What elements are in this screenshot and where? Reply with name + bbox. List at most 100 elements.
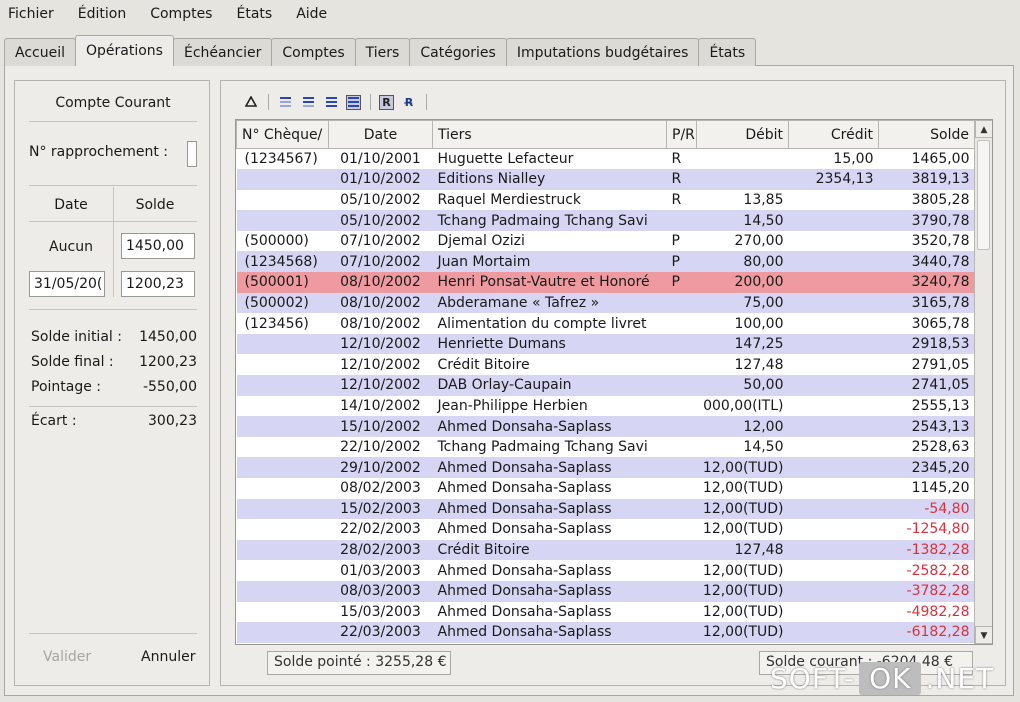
cell-credit: [788, 622, 879, 643]
tab-operations[interactable]: Opérations: [75, 35, 174, 66]
table-row[interactable]: 05/10/2002 Raquel Merdiestruck R 13,85 3805,…: [236, 189, 975, 211]
cell-date: 05/10/2002: [328, 189, 433, 211]
table-row[interactable]: 22/03/2003 Ahmed Donsaha-Saplass 12,00(TUD…: [236, 622, 975, 643]
triangle-icon[interactable]: [243, 94, 259, 110]
tab-imputations[interactable]: Imputations budgétaires: [505, 38, 700, 66]
menu-aide[interactable]: Aide: [294, 6, 337, 22]
col-solde-header: Solde: [135, 197, 175, 213]
end-solde-input[interactable]: 1200,23: [121, 271, 195, 297]
cell-pr: [666, 354, 697, 376]
cell-credit: [788, 436, 879, 458]
cell-solde: 3805,28: [878, 189, 975, 211]
table-row[interactable]: 12/10/2002 Crédit Bitoire 127,48 2791,05: [236, 354, 975, 376]
menu-edition[interactable]: Édition: [76, 6, 136, 22]
table-row[interactable]: 08/03/2003 Ahmed Donsaha-Saplass 12,00(TUD…: [236, 580, 975, 602]
table-row[interactable]: 01/10/2002 Editions Nialley R 2354,13 3819,1…: [236, 169, 975, 190]
cell-debit: 12,00(TUD): [696, 601, 789, 623]
cell-tiers: Ahmed Donsaha-Saplass: [432, 580, 667, 602]
header-credit[interactable]: Crédit: [788, 120, 879, 149]
cell-solde: 3440,78: [878, 251, 975, 273]
table-row[interactable]: 28/02/2003 Crédit Bitoire 127,48 -1382,28: [236, 539, 975, 561]
cell-date: 01/10/2002: [328, 169, 433, 190]
cell-solde: 2741,05: [878, 375, 975, 396]
cell-cheque: [236, 580, 329, 602]
rapprochement-label: N° rapprochement :: [29, 144, 169, 160]
cell-tiers: Crédit Bitoire: [432, 539, 667, 561]
cell-pr: [666, 498, 697, 520]
header-cheque[interactable]: N° Chèque/: [236, 120, 329, 149]
four-lines-icon[interactable]: [346, 94, 361, 110]
table-row[interactable]: (1234567) 01/10/2001 Huguette Lefacteur R 15…: [236, 148, 975, 170]
cell-credit: [788, 251, 879, 273]
one-line-icon[interactable]: [277, 94, 293, 110]
header-date[interactable]: Date: [328, 120, 433, 149]
end-date-input[interactable]: 31/05/20(: [29, 271, 105, 297]
cell-solde: 3165,78: [878, 292, 975, 314]
valider-button[interactable]: Valider: [43, 649, 91, 665]
start-solde-input[interactable]: 1450,00: [121, 233, 195, 259]
cell-date: 29/10/2002: [328, 457, 433, 478]
header-pr[interactable]: P/R: [666, 120, 697, 149]
header-debit[interactable]: Débit: [696, 120, 789, 149]
table-row[interactable]: 22/10/2002 Tchang Padmaing Tchang Savi 14,…: [236, 436, 975, 458]
cell-date: 01/10/2001: [328, 148, 433, 170]
table-row[interactable]: 29/10/2002 Ahmed Donsaha-Saplass 12,00(TUD…: [236, 457, 975, 478]
table-row[interactable]: (123456) 08/10/2002 Alimentation du compte…: [236, 313, 975, 334]
cell-solde: -4982,28: [878, 601, 975, 623]
toolbar-separator: [268, 94, 269, 110]
table-row[interactable]: 15/10/2002 Ahmed Donsaha-Saplass 12,00 2543…: [236, 416, 975, 437]
cell-credit: [788, 230, 879, 252]
vertical-scrollbar[interactable]: ▲ ▼: [974, 120, 992, 644]
cell-pr: [666, 313, 697, 334]
cell-credit: [788, 354, 879, 376]
tab-accueil[interactable]: Accueil: [4, 38, 76, 66]
tab-echeancier[interactable]: Échéancier: [172, 38, 273, 66]
scroll-up-icon[interactable]: ▲: [975, 120, 992, 138]
cell-pr: [666, 333, 697, 355]
tab-comptes[interactable]: Comptes: [271, 38, 356, 66]
cell-solde: 2791,05: [878, 354, 975, 376]
cell-solde: 2528,63: [878, 436, 975, 458]
cell-pr: [666, 457, 697, 478]
table-row[interactable]: 22/02/2003 Ahmed Donsaha-Saplass 12,00(TUD…: [236, 519, 975, 540]
table-row[interactable]: 15/03/2003 Ahmed Donsaha-Saplass 12,00(TUD…: [236, 601, 975, 623]
tab-categories[interactable]: Catégories: [409, 38, 507, 66]
scroll-down-icon[interactable]: ▼: [975, 626, 992, 644]
three-lines-icon[interactable]: [323, 94, 339, 110]
table-row[interactable]: 15/02/2003 Ahmed Donsaha-Saplass 12,00(TUD…: [236, 498, 975, 520]
tab-tiers[interactable]: Tiers: [354, 38, 411, 66]
cell-pr: [666, 622, 697, 643]
cell-tiers: Huguette Lefacteur: [432, 148, 667, 170]
table-row[interactable]: 08/02/2003 Ahmed Donsaha-Saplass 12,00(TUD…: [236, 478, 975, 499]
rapprochement-input[interactable]: [187, 141, 197, 167]
table-row[interactable]: 01/03/2003 Ahmed Donsaha-Saplass 12,00(TUD…: [236, 560, 975, 581]
cell-cheque: (500000): [236, 230, 329, 252]
table-row[interactable]: 12/10/2002 Henriette Dumans 147,25 2918,53: [236, 333, 975, 355]
cell-solde: 2555,13: [878, 395, 975, 417]
table-row[interactable]: (500001) 08/10/2002 Henri Ponsat-Vautre et…: [236, 272, 975, 293]
reconcile-stats: Solde initial : 1450,00 Solde final : 12…: [29, 329, 197, 438]
table-row[interactable]: (500002) 08/10/2002 Abderamane « Tafrez » 7…: [236, 292, 975, 314]
cell-cheque: (1234568): [236, 251, 329, 273]
table-row[interactable]: 12/10/2002 DAB Orlay-Caupain 50,00 2741,05: [236, 375, 975, 396]
cell-cheque: [236, 416, 329, 437]
menu-etats[interactable]: États: [234, 6, 282, 22]
reconciled-r-icon[interactable]: R: [379, 94, 394, 110]
header-solde[interactable]: Solde: [878, 120, 975, 149]
scroll-thumb[interactable]: [977, 140, 990, 250]
table-row[interactable]: (500000) 07/10/2002 Djemal Ozizi P 270,00 352…: [236, 230, 975, 252]
menu-comptes[interactable]: Comptes: [148, 6, 222, 22]
menu-fichier[interactable]: Fichier: [6, 6, 64, 22]
cell-debit: 12,00(TUD): [696, 622, 789, 643]
two-lines-icon[interactable]: [300, 94, 316, 110]
unreconciled-r-icon[interactable]: R̶: [401, 94, 417, 110]
annuler-button[interactable]: Annuler: [141, 649, 195, 665]
cell-date: 15/10/2002: [328, 416, 433, 437]
cell-tiers: Ahmed Donsaha-Saplass: [432, 416, 667, 437]
pointage-label: Pointage :: [31, 379, 102, 395]
table-row[interactable]: 05/10/2002 Tchang Padmaing Tchang Savi 14,…: [236, 210, 975, 231]
header-tiers[interactable]: Tiers: [432, 120, 667, 149]
table-row[interactable]: 14/10/2002 Jean-Philippe Herbien 000,00(IT…: [236, 395, 975, 417]
tab-etats[interactable]: États: [698, 38, 757, 66]
table-row[interactable]: (1234568) 07/10/2002 Juan Mortaim P 80,00 344…: [236, 251, 975, 273]
